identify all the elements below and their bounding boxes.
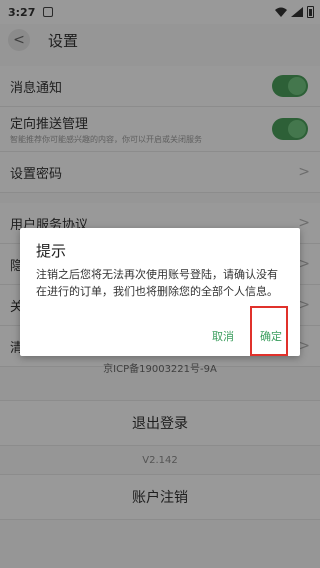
dialog-message: 注销之后您将无法再次使用账号登陆，请确认没有在进行的订单，我们也将删除您的全部个… (36, 268, 278, 298)
dialog-cancel-button[interactable]: 取消 (212, 328, 234, 344)
dialog-title: 提示 (36, 242, 67, 260)
highlight-annotation (250, 306, 288, 356)
